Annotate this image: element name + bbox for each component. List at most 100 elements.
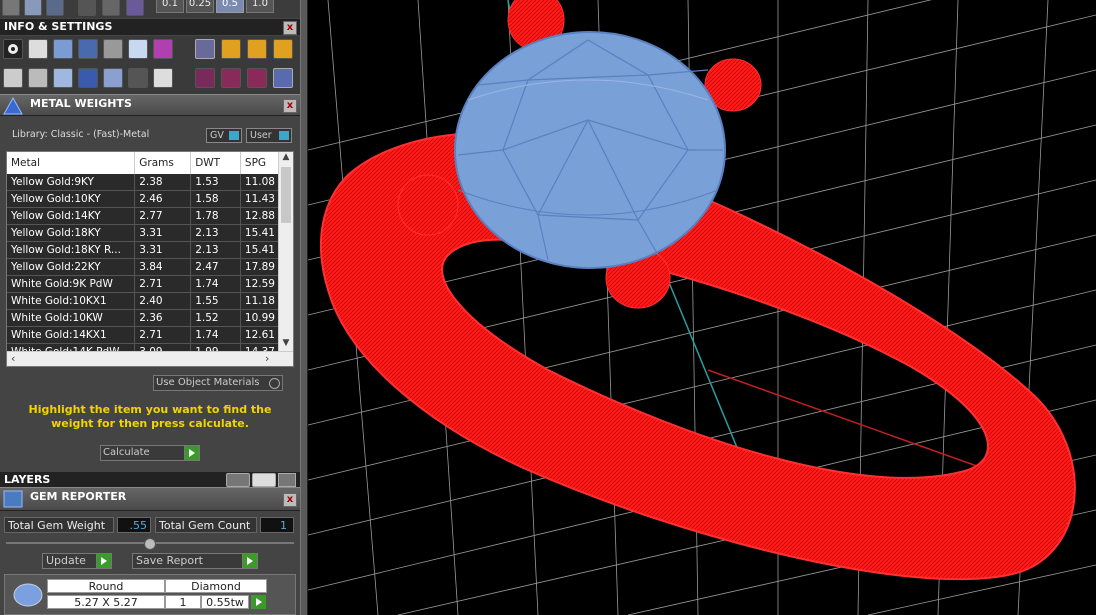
solid-view-icon[interactable] [24, 0, 42, 16]
step-value-2[interactable]: 0.5 [216, 0, 244, 13]
col-spg[interactable]: SPG [240, 152, 279, 174]
gem-place-icon[interactable] [273, 68, 293, 88]
gv-toggle[interactable]: GV [206, 128, 242, 143]
metal-dwt: 1.74 [190, 326, 241, 344]
slider-knob[interactable] [144, 538, 156, 550]
top-toolbar: 0.1 0.25 0.5 1.0 [0, 0, 300, 18]
scroll-up-icon[interactable]: ▲ [279, 152, 293, 166]
table-row[interactable]: White Gold:14KX1 2.71 1.74 12.61 [7, 326, 279, 344]
3d-viewport[interactable] [308, 0, 1096, 615]
settings-gear-icon[interactable] [3, 39, 23, 59]
book-icon[interactable] [78, 68, 98, 88]
scroll-left-icon[interactable]: ‹ [11, 352, 15, 365]
gem-material: Diamond [165, 579, 267, 593]
box-icon[interactable] [78, 39, 98, 59]
metal-dwt: 1.74 [190, 275, 241, 293]
report-icon[interactable] [153, 68, 173, 88]
metal-grams: 2.36 [134, 309, 192, 327]
magic-wand-icon[interactable] [195, 39, 215, 59]
gem-move-icon[interactable] [221, 68, 241, 88]
table-header-row: Metal Grams DWT SPG [7, 152, 279, 174]
calculate-button[interactable]: Calculate [100, 445, 200, 461]
scroll-right-icon[interactable]: › [265, 352, 269, 365]
table-row[interactable]: Yellow Gold:9KY 2.38 1.53 11.08 [7, 174, 279, 191]
metal-name: White Gold:10KX1 [7, 292, 136, 310]
save-report-label: Save Report [136, 554, 203, 567]
metal-grams: 3.31 [134, 224, 192, 242]
viewport-scene [308, 0, 1096, 615]
left-panel: 0.1 0.25 0.5 1.0 INFO & SETTINGS x METAL… [0, 0, 300, 615]
close-icon[interactable]: x [283, 493, 297, 507]
metal-table: Metal Grams DWT SPG Yellow Gold:9KY 2.38 1… [7, 152, 279, 361]
table-row[interactable]: Yellow Gold:14KY 2.77 1.78 12.88 [7, 207, 279, 225]
step-value-1[interactable]: 0.25 [186, 0, 214, 13]
filter-icon[interactable] [103, 68, 123, 88]
metal-name: Yellow Gold:22KY [7, 258, 136, 276]
table-row[interactable]: White Gold:9K PdW 2.71 1.74 12.59 [7, 275, 279, 293]
metal-dwt: 2.13 [190, 241, 241, 259]
scroll-down-icon[interactable]: ▼ [279, 338, 293, 352]
total-gem-count-label: Total Gem Count [155, 517, 257, 533]
table-vscrollbar[interactable]: ▲ ▼ [278, 152, 293, 352]
close-icon[interactable]: x [283, 21, 297, 35]
report-slider[interactable] [6, 538, 294, 550]
col-dwt[interactable]: DWT [190, 152, 241, 174]
arrow-icon[interactable] [126, 0, 144, 16]
gem-select-icon[interactable] [195, 68, 215, 88]
gem-report-icon [3, 490, 23, 508]
metal-name: Yellow Gold:18KY [7, 224, 136, 242]
table-row[interactable]: White Gold:10KW 2.36 1.52 10.99 [7, 309, 279, 327]
cyan-axis [667, 279, 739, 451]
cube-icon[interactable] [53, 68, 73, 88]
user-toggle[interactable]: User [246, 128, 292, 143]
eye-icon[interactable] [252, 473, 276, 487]
node-icon[interactable] [102, 0, 120, 16]
table-hscrollbar[interactable]: ‹ › [7, 351, 293, 366]
wrench-icon[interactable] [28, 39, 48, 59]
save-report-button[interactable]: Save Report [132, 553, 258, 569]
metal-name: Yellow Gold:14KY [7, 207, 136, 225]
metal-spg: 12.61 [240, 326, 279, 344]
table-row[interactable]: Yellow Gold:18KY R... 3.31 2.13 15.41 [7, 241, 279, 259]
hint-text: Highlight the item you want to find the … [28, 403, 272, 430]
layer-close-icon[interactable] [278, 473, 296, 487]
col-metal[interactable]: Metal [7, 152, 136, 174]
frame-copy-icon[interactable] [273, 39, 293, 59]
gem-rotate-icon[interactable] [247, 68, 267, 88]
metal-spg: 10.99 [240, 309, 279, 327]
step-value-0[interactable]: 0.1 [156, 0, 184, 13]
grid-view-icon[interactable] [2, 0, 20, 16]
line-icon[interactable] [78, 0, 96, 16]
update-button[interactable]: Update [42, 553, 112, 569]
play-arrow-icon[interactable] [251, 595, 266, 609]
total-gem-weight-value: .55 [117, 517, 151, 533]
gem-entry[interactable]: Round Diamond 5.27 X 5.27 1 0.55tw [4, 574, 296, 615]
table-row[interactable]: Yellow Gold:18KY 3.31 2.13 15.41 [7, 224, 279, 242]
printer-icon[interactable] [53, 39, 73, 59]
scatter-icon[interactable] [128, 68, 148, 88]
metal-dwt: 1.53 [190, 174, 241, 191]
frame-out-icon[interactable] [247, 39, 267, 59]
panel-divider[interactable] [300, 0, 308, 615]
table-row[interactable]: White Gold:10KX1 2.40 1.55 11.18 [7, 292, 279, 310]
pen-icon[interactable] [46, 0, 64, 16]
step-value-3[interactable]: 1.0 [246, 0, 274, 13]
layer-toggle-icon[interactable] [226, 473, 250, 487]
close-icon[interactable]: x [283, 99, 297, 113]
window-grid-icon[interactable] [3, 68, 23, 88]
col-grams[interactable]: Grams [134, 152, 192, 174]
total-gem-weight-label: Total Gem Weight [4, 517, 114, 533]
use-object-materials-toggle[interactable]: Use Object Materials [153, 375, 283, 391]
table-row[interactable]: Yellow Gold:10KY 2.46 1.58 11.43 [7, 190, 279, 208]
gv-indicator-icon [229, 131, 239, 140]
metal-grams: 3.84 [134, 258, 192, 276]
gem-cube-icon[interactable] [153, 39, 173, 59]
metal-spg: 11.18 [240, 292, 279, 310]
table-row[interactable]: Yellow Gold:22KY 3.84 2.47 17.89 [7, 258, 279, 276]
scroll-thumb[interactable] [281, 167, 291, 223]
frame-in-icon[interactable] [221, 39, 241, 59]
notes-icon[interactable] [128, 39, 148, 59]
calculator-icon[interactable] [103, 39, 123, 59]
monitor-icon[interactable] [28, 68, 48, 88]
metal-table-container: Metal Grams DWT SPG Yellow Gold:9KY 2.38 1… [6, 151, 294, 367]
